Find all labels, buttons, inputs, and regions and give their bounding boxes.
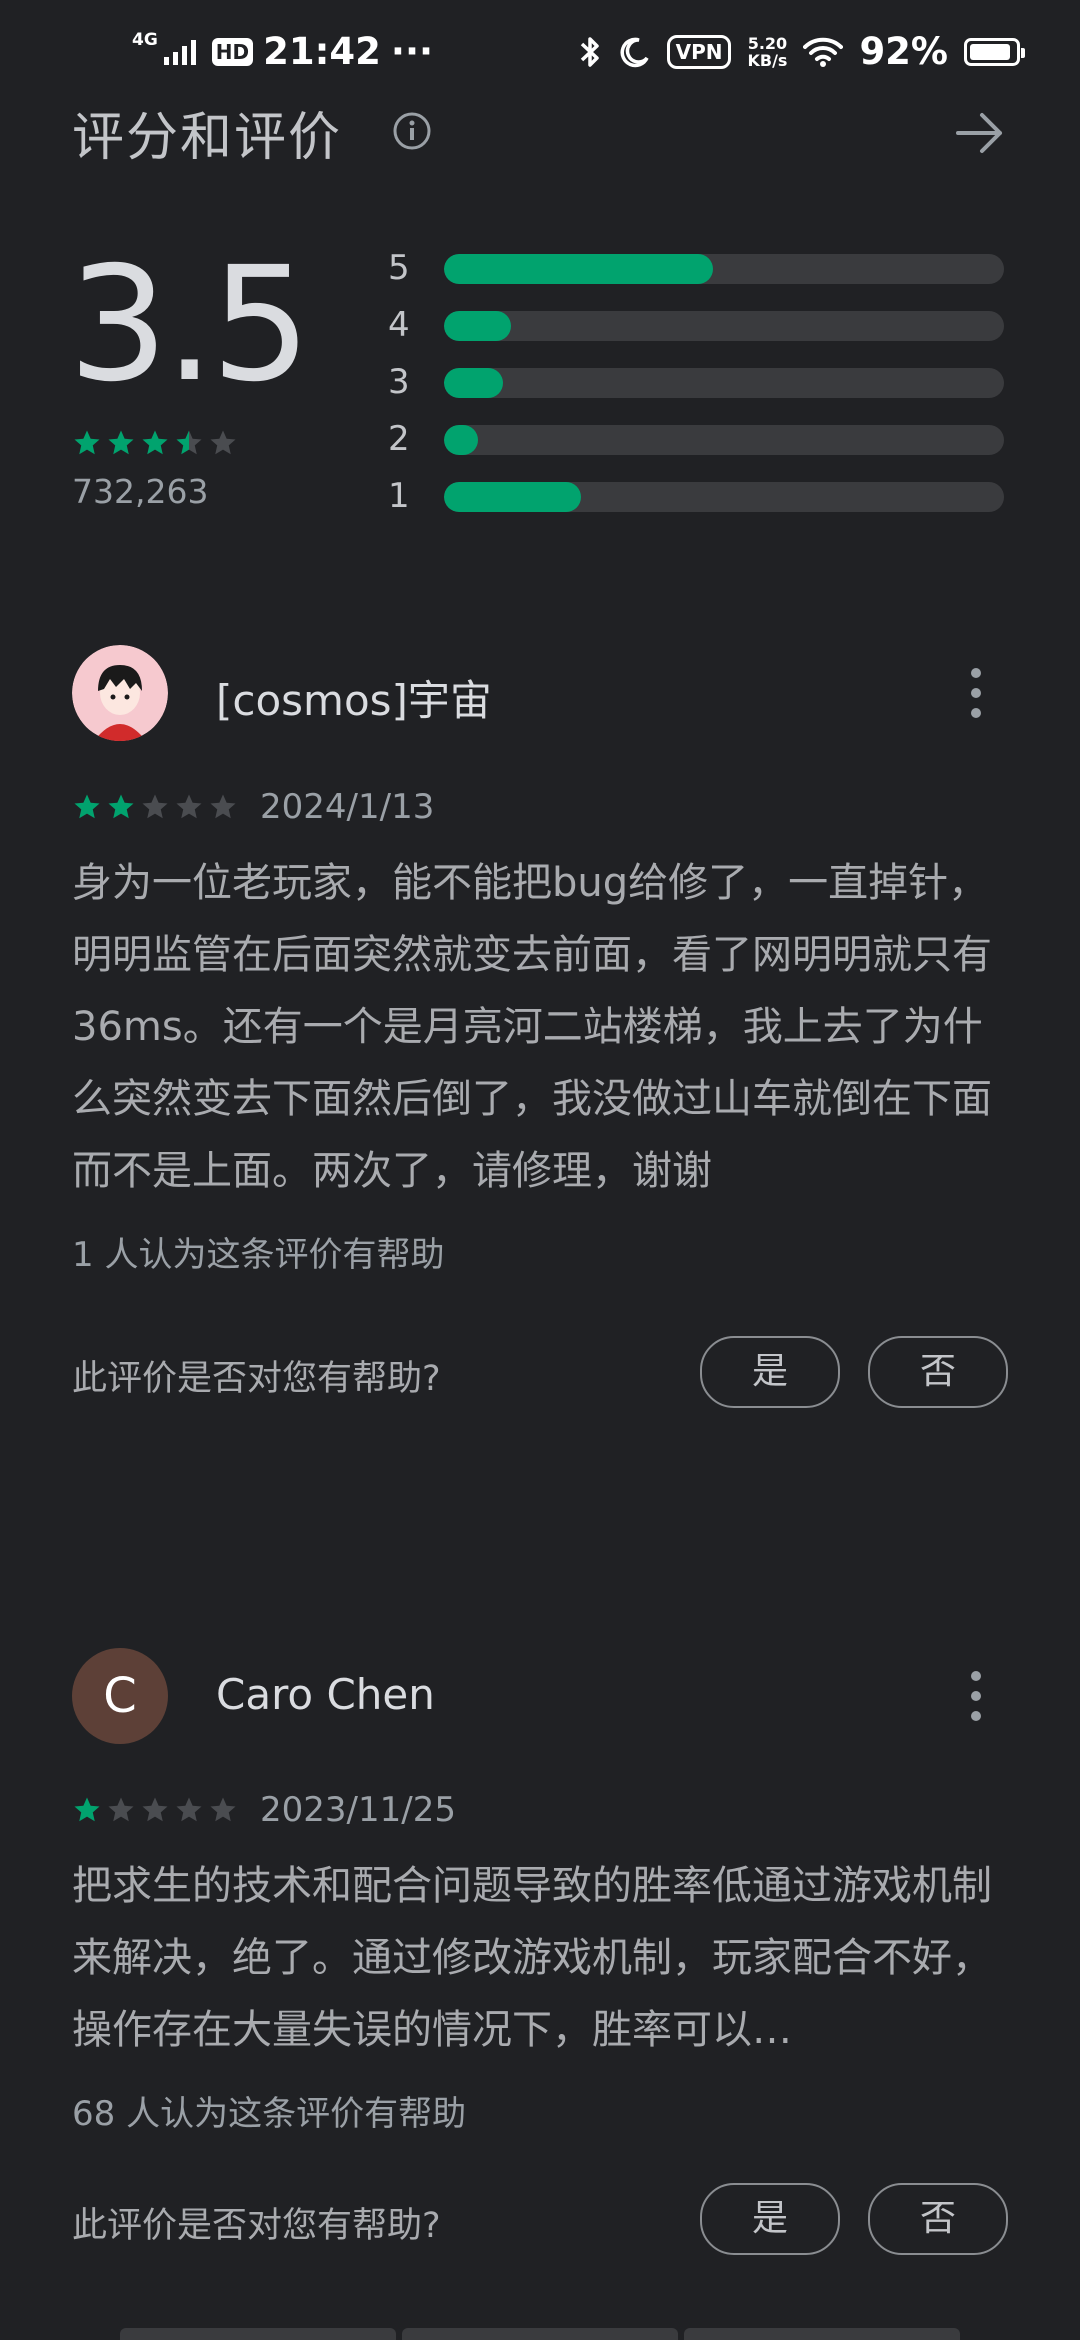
helpful-yes-button[interactable]: 是: [700, 1336, 840, 1408]
more-options-icon[interactable]: [964, 665, 988, 721]
vpn-badge: VPN: [666, 34, 732, 69]
hd-badge: HD: [211, 37, 254, 66]
rating-bar-row: 1: [388, 468, 1008, 525]
network-type: 4G: [132, 29, 158, 50]
rating-bar-track: [444, 425, 1004, 455]
helpful-question: 此评价是否对您有帮助?: [72, 2206, 441, 2246]
clock: 21:42: [263, 30, 381, 73]
review-date: 2023/11/25: [260, 1790, 456, 1830]
review-card: [cosmos]宇宙 2024/1/13 身为一位老玩家，能不能把bug给修了，…: [72, 645, 1008, 1408]
rating-bar-fill: [444, 425, 478, 455]
rating-bar-row: 3: [388, 354, 1008, 411]
star-icon: [176, 1797, 202, 1822]
star-icon: [210, 1797, 236, 1822]
rating-bar-row: 2: [388, 411, 1008, 468]
arrow-right-icon[interactable]: [952, 105, 1008, 161]
rating-bar-fill: [444, 254, 713, 284]
ratings-header: 评分和评价: [72, 95, 1008, 170]
rating-bar-label: 3: [388, 362, 410, 402]
battery-percent: 92%: [859, 30, 948, 73]
more-options-icon[interactable]: [964, 1668, 988, 1724]
average-rating: 3.5: [68, 233, 311, 417]
star-icon: [108, 794, 134, 819]
rating-bar-row: 5: [388, 240, 1008, 297]
reviewer-name: [cosmos]宇宙: [216, 676, 492, 725]
avatar: [72, 645, 168, 741]
star-icon: [176, 430, 202, 455]
rating-bar-fill: [444, 482, 582, 512]
review-date: 2024/1/13: [260, 787, 435, 827]
helpful-count: 68 人认为这条评价有帮助: [72, 2094, 467, 2134]
star-icon: [176, 794, 202, 819]
rating-bar-label: 5: [388, 248, 410, 288]
star-icon: [74, 794, 100, 819]
star-icon: [142, 794, 168, 819]
star-icon: [142, 430, 168, 455]
net-speed-unit: KB/s: [747, 50, 788, 70]
star-icon: [74, 430, 100, 455]
review-text[interactable]: 把求生的技术和配合问题导致的胜率低通过游戏机制来解决，绝了。通过修改游戏机制，玩…: [72, 1850, 1008, 2066]
helpful-prompt-row: 此评价是否对您有帮助? 是 否: [72, 2183, 1008, 2255]
star-icon: [74, 1797, 100, 1822]
status-bar: 4G HD 21:42 ··· VPN 5.20 KB/s 92%: [0, 0, 1080, 110]
review-card: C Caro Chen 2023/11/25 把求生的技术和配合问题导致的胜率低…: [72, 1648, 1008, 2255]
rating-bar-label: 1: [388, 476, 410, 516]
review-text[interactable]: 身为一位老玩家，能不能把bug给修了，一直掉针，明明监管在后面突然就变去前面，看…: [72, 847, 1008, 1207]
star-icon: [210, 794, 236, 819]
info-icon[interactable]: [392, 111, 432, 151]
bluetooth-icon: [580, 36, 599, 67]
moon-icon: [620, 37, 649, 67]
rating-bar-label: 4: [388, 305, 410, 345]
rating-bar-track: [444, 254, 1004, 284]
helpful-no-button[interactable]: 否: [868, 2183, 1008, 2255]
star-icon: [108, 430, 134, 455]
rating-bar-fill: [444, 368, 503, 398]
net-speed-value: 5.20: [747, 33, 788, 53]
rating-bar-fill: [444, 311, 512, 341]
rating-distribution: 5 4 3 2 1: [388, 240, 1008, 525]
page-title: 评分和评价: [72, 108, 343, 168]
signal-icon: [163, 39, 196, 65]
rating-bar-track: [444, 482, 1004, 512]
reviewer-name: Caro Chen: [216, 1670, 435, 1719]
rating-summary: 3.5 732,263 54321: [68, 240, 1008, 530]
rating-bar-label: 2: [388, 419, 410, 459]
helpful-count: 1 人认为这条评价有帮助: [72, 1235, 445, 1275]
rating-bar-track: [444, 311, 1004, 341]
helpful-yes-button[interactable]: 是: [700, 2183, 840, 2255]
avatar-image: [72, 645, 168, 741]
avatar: C: [72, 1648, 168, 1744]
rating-bar-track: [444, 368, 1004, 398]
rating-bar-row: 4: [388, 297, 1008, 354]
review-stars: [72, 792, 238, 822]
star-icon: [108, 1797, 134, 1822]
helpful-question: 此评价是否对您有帮助?: [72, 1359, 441, 1399]
helpful-prompt-row: 此评价是否对您有帮助? 是 否: [72, 1336, 1008, 1408]
next-content-peek: [120, 2328, 960, 2340]
total-ratings: 732,263: [72, 472, 209, 511]
helpful-no-button[interactable]: 否: [868, 1336, 1008, 1408]
star-icon: [210, 430, 236, 455]
wifi-icon: [803, 37, 844, 67]
review-stars: [72, 1795, 238, 1825]
battery-icon: [964, 37, 1025, 66]
net-speed: 5.20 KB/s: [747, 35, 787, 69]
star-icon: [142, 1797, 168, 1822]
average-stars: [72, 428, 238, 458]
more-notifications: ···: [390, 30, 434, 73]
